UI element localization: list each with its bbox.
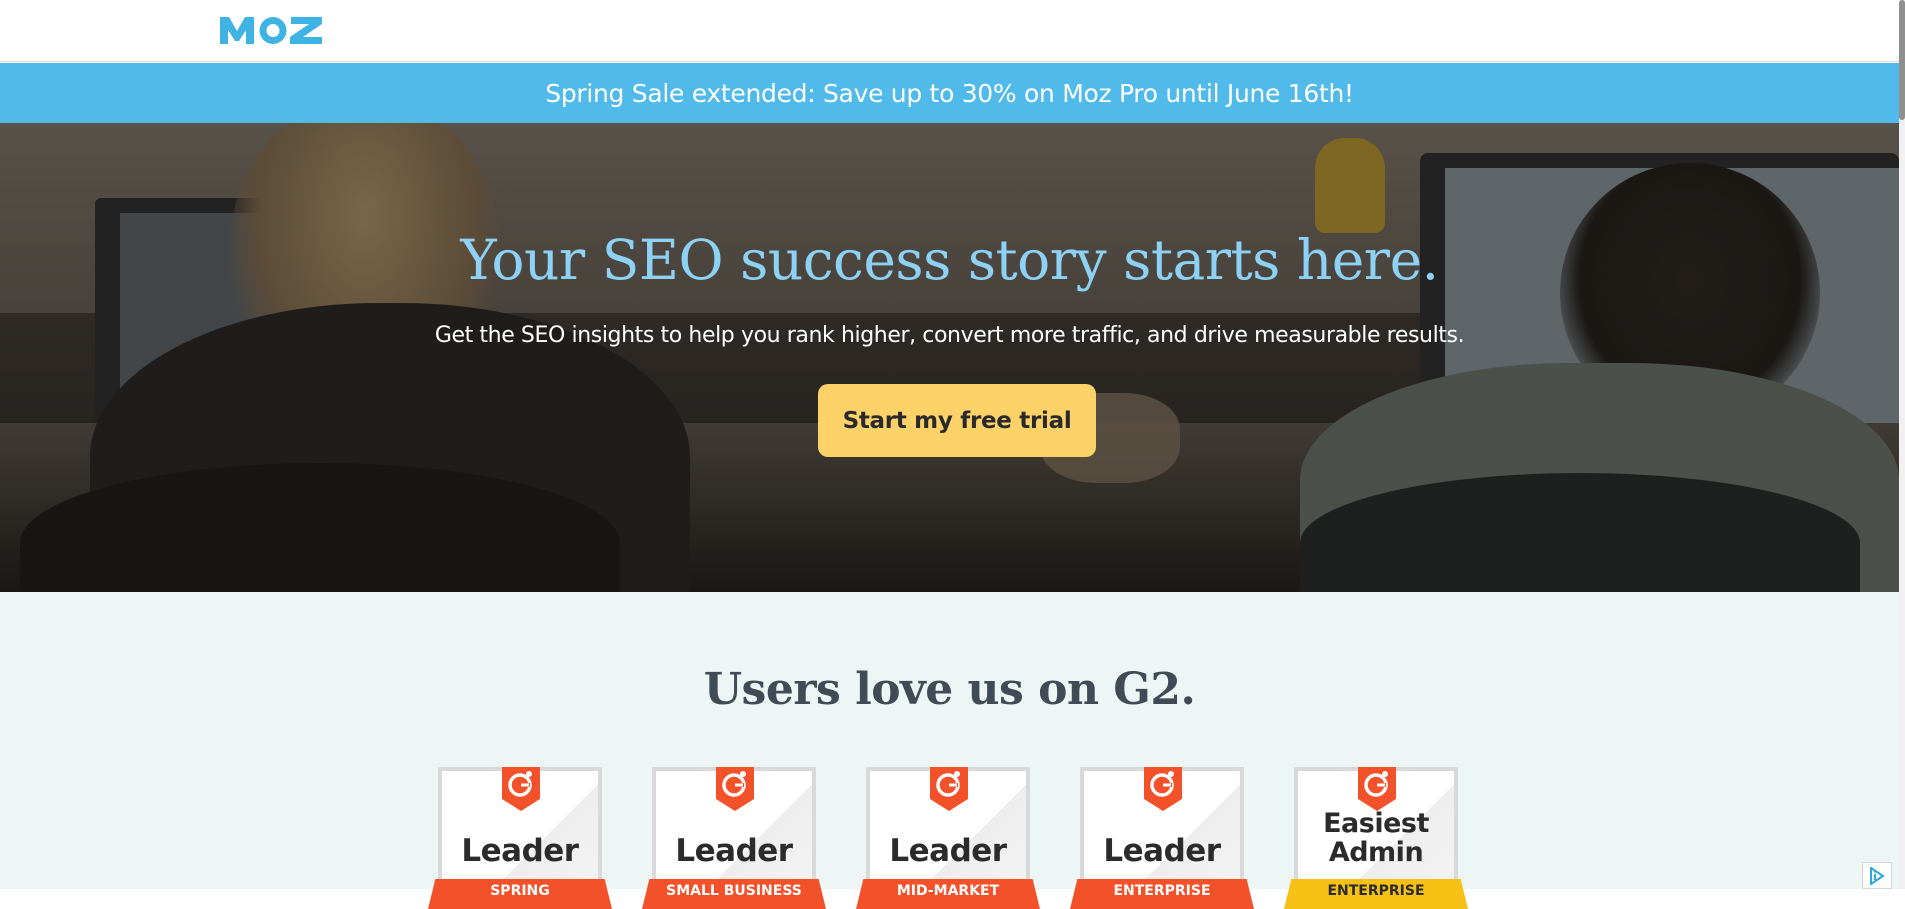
g2-logo-icon (1358, 767, 1396, 811)
badge-title: Leader (675, 833, 793, 869)
moz-logo[interactable] (218, 14, 324, 46)
hero-title: Your SEO success story starts here. (460, 228, 1439, 292)
badge-title: Easiest Admin (1298, 809, 1454, 867)
g2-logo-icon (502, 767, 540, 811)
badge-ribbon: Enterprise (1070, 879, 1254, 909)
page-scrollbar[interactable] (1899, 0, 1905, 889)
g2-badge-leader-small-business[interactable]: Leader Small Business (642, 767, 826, 909)
g2-logo-icon (716, 767, 754, 811)
hero-subtitle: Get the SEO insights to help you rank hi… (434, 323, 1465, 348)
badge-title-line1: Easiest (1323, 808, 1429, 839)
top-navigation (0, 0, 1899, 62)
g2-badge-easiest-admin-enterprise[interactable]: Easiest Admin Enterprise (1284, 767, 1468, 909)
badge-ribbon: Enterprise (1284, 879, 1468, 909)
g2-logo-icon (930, 767, 968, 811)
badge-title: Leader (461, 833, 579, 869)
badge-title: Leader (1103, 833, 1221, 869)
hero-section: Your SEO success story starts here. Get … (0, 123, 1899, 592)
g2-badge-leader-mid-market[interactable]: Leader Mid-Market (856, 767, 1040, 909)
g2-badge-leader-spring[interactable]: Leader SPRING (428, 767, 612, 909)
hero-dark-overlay (0, 123, 1899, 592)
badge-title: Leader (889, 833, 1007, 869)
badge-ribbon: Mid-Market (856, 879, 1040, 909)
badge-ribbon: SPRING (428, 879, 612, 909)
g2-badge-leader-enterprise[interactable]: Leader Enterprise (1070, 767, 1254, 909)
g2-logo-icon (1144, 767, 1182, 811)
adchoices-icon (1870, 866, 1885, 885)
badge-ribbon: Small Business (642, 879, 826, 909)
adchoices-button[interactable] (1862, 862, 1892, 889)
g2-reviews-section: Users love us on G2. Leader SPRING Leade… (0, 592, 1899, 909)
g2-heading: Users love us on G2. (703, 664, 1196, 715)
start-free-trial-button[interactable]: Start my free trial (818, 384, 1096, 457)
sale-banner[interactable]: Spring Sale extended: Save up to 30% on … (0, 63, 1899, 123)
badge-title-line2: Admin (1328, 837, 1424, 868)
sale-banner-text[interactable]: Spring Sale extended: Save up to 30% on … (545, 79, 1354, 108)
moz-logo-icon (220, 17, 322, 44)
scrollbar-thumb[interactable] (1899, 0, 1905, 120)
